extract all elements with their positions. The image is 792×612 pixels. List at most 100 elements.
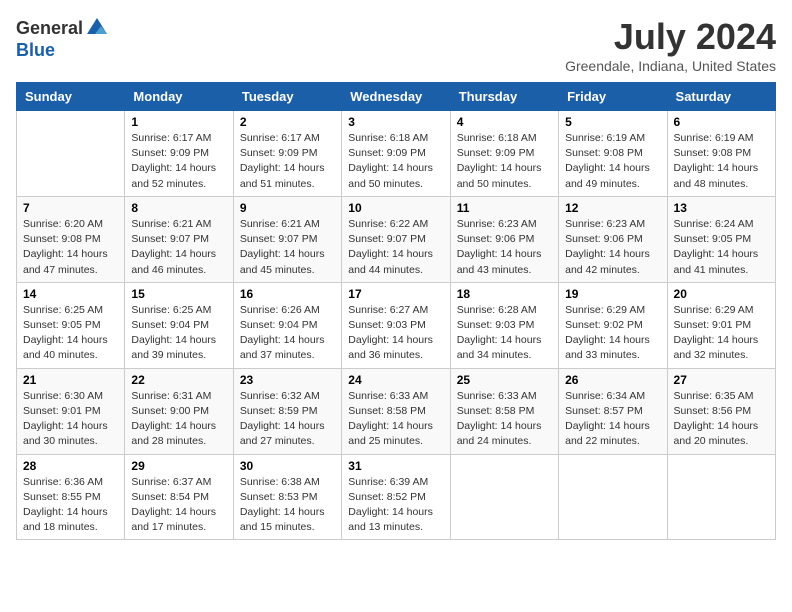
- day-detail: Sunrise: 6:35 AM Sunset: 8:56 PM Dayligh…: [674, 389, 769, 450]
- header-friday: Friday: [559, 83, 667, 111]
- day-cell: [559, 454, 667, 540]
- day-cell: 14 Sunrise: 6:25 AM Sunset: 9:05 PM Dayli…: [17, 282, 125, 368]
- day-cell: 13 Sunrise: 6:24 AM Sunset: 9:05 PM Dayli…: [667, 196, 775, 282]
- main-title: July 2024: [565, 16, 776, 58]
- day-number: 25: [457, 373, 552, 387]
- day-number: 7: [23, 201, 118, 215]
- day-detail: Sunrise: 6:19 AM Sunset: 9:08 PM Dayligh…: [565, 131, 660, 192]
- day-number: 17: [348, 287, 443, 301]
- day-cell: 5Sunrise: 6:19 AM Sunset: 9:08 PM Daylig…: [559, 111, 667, 197]
- day-cell: 12Sunrise: 6:23 AM Sunset: 9:06 PM Dayli…: [559, 196, 667, 282]
- day-number: 8: [131, 201, 226, 215]
- header-sunday: Sunday: [17, 83, 125, 111]
- day-detail: Sunrise: 6:37 AM Sunset: 8:54 PM Dayligh…: [131, 475, 226, 536]
- day-number: 23: [240, 373, 335, 387]
- day-cell: 25 Sunrise: 6:33 AM Sunset: 8:58 PM Dayli…: [450, 368, 558, 454]
- day-cell: 28Sunrise: 6:36 AM Sunset: 8:55 PM Dayli…: [17, 454, 125, 540]
- day-number: 15: [131, 287, 226, 301]
- day-detail: Sunrise: 6:25 AM Sunset: 9:04 PM Dayligh…: [131, 303, 226, 364]
- day-number: 21: [23, 373, 118, 387]
- day-cell: [450, 454, 558, 540]
- day-detail: Sunrise: 6:31 AM Sunset: 9:00 PM Dayligh…: [131, 389, 226, 450]
- day-detail: Sunrise: 6:21 AM Sunset: 9:07 PM Dayligh…: [131, 217, 226, 278]
- day-number: 3: [348, 115, 443, 129]
- day-detail: Sunrise: 6:18 AM Sunset: 9:09 PM Dayligh…: [457, 131, 552, 192]
- day-detail: Sunrise: 6:17 AM Sunset: 9:09 PM Dayligh…: [240, 131, 335, 192]
- day-detail: Sunrise: 6:34 AM Sunset: 8:57 PM Dayligh…: [565, 389, 660, 450]
- day-detail: Sunrise: 6:28 AM Sunset: 9:03 PM Dayligh…: [457, 303, 552, 364]
- day-detail: Sunrise: 6:20 AM Sunset: 9:08 PM Dayligh…: [23, 217, 118, 278]
- day-detail: Sunrise: 6:24 AM Sunset: 9:05 PM Dayligh…: [674, 217, 769, 278]
- day-cell: 31Sunrise: 6:39 AM Sunset: 8:52 PM Dayli…: [342, 454, 450, 540]
- logo-general: General: [16, 18, 83, 39]
- day-number: 29: [131, 459, 226, 473]
- day-cell: 4 Sunrise: 6:18 AM Sunset: 9:09 PM Daylig…: [450, 111, 558, 197]
- calendar-table: SundayMondayTuesdayWednesdayThursdayFrid…: [16, 82, 776, 540]
- day-number: 14: [23, 287, 118, 301]
- day-number: 20: [674, 287, 769, 301]
- day-detail: Sunrise: 6:39 AM Sunset: 8:52 PM Dayligh…: [348, 475, 443, 536]
- day-cell: 20 Sunrise: 6:29 AM Sunset: 9:01 PM Dayli…: [667, 282, 775, 368]
- week-row-2: 7 Sunrise: 6:20 AM Sunset: 9:08 PM Daylig…: [17, 196, 776, 282]
- day-cell: 17 Sunrise: 6:27 AM Sunset: 9:03 PM Dayli…: [342, 282, 450, 368]
- day-cell: 11Sunrise: 6:23 AM Sunset: 9:06 PM Dayli…: [450, 196, 558, 282]
- logo-icon: [85, 16, 109, 40]
- day-detail: Sunrise: 6:22 AM Sunset: 9:07 PM Dayligh…: [348, 217, 443, 278]
- day-cell: 16Sunrise: 6:26 AM Sunset: 9:04 PM Dayli…: [233, 282, 341, 368]
- day-number: 24: [348, 373, 443, 387]
- day-cell: 21 Sunrise: 6:30 AM Sunset: 9:01 PM Dayli…: [17, 368, 125, 454]
- day-number: 12: [565, 201, 660, 215]
- day-number: 16: [240, 287, 335, 301]
- day-number: 4: [457, 115, 552, 129]
- day-number: 27: [674, 373, 769, 387]
- week-row-3: 14 Sunrise: 6:25 AM Sunset: 9:05 PM Dayli…: [17, 282, 776, 368]
- week-row-1: 1 Sunrise: 6:17 AM Sunset: 9:09 PM Daylig…: [17, 111, 776, 197]
- header-saturday: Saturday: [667, 83, 775, 111]
- day-number: 22: [131, 373, 226, 387]
- day-detail: Sunrise: 6:23 AM Sunset: 9:06 PM Dayligh…: [457, 217, 552, 278]
- day-cell: 7 Sunrise: 6:20 AM Sunset: 9:08 PM Daylig…: [17, 196, 125, 282]
- day-detail: Sunrise: 6:25 AM Sunset: 9:05 PM Dayligh…: [23, 303, 118, 364]
- day-number: 1: [131, 115, 226, 129]
- logo-blue: Blue: [16, 40, 55, 61]
- day-cell: 2 Sunrise: 6:17 AM Sunset: 9:09 PM Daylig…: [233, 111, 341, 197]
- day-cell: 18 Sunrise: 6:28 AM Sunset: 9:03 PM Dayli…: [450, 282, 558, 368]
- day-cell: 29 Sunrise: 6:37 AM Sunset: 8:54 PM Dayli…: [125, 454, 233, 540]
- day-cell: 23Sunrise: 6:32 AM Sunset: 8:59 PM Dayli…: [233, 368, 341, 454]
- day-detail: Sunrise: 6:29 AM Sunset: 9:01 PM Dayligh…: [674, 303, 769, 364]
- header-wednesday: Wednesday: [342, 83, 450, 111]
- day-cell: 3 Sunrise: 6:18 AM Sunset: 9:09 PM Daylig…: [342, 111, 450, 197]
- day-number: 2: [240, 115, 335, 129]
- day-number: 18: [457, 287, 552, 301]
- day-cell: 6 Sunrise: 6:19 AM Sunset: 9:08 PM Daylig…: [667, 111, 775, 197]
- day-detail: Sunrise: 6:33 AM Sunset: 8:58 PM Dayligh…: [457, 389, 552, 450]
- day-detail: Sunrise: 6:30 AM Sunset: 9:01 PM Dayligh…: [23, 389, 118, 450]
- day-number: 10: [348, 201, 443, 215]
- day-detail: Sunrise: 6:19 AM Sunset: 9:08 PM Dayligh…: [674, 131, 769, 192]
- logo: General Blue: [16, 16, 109, 61]
- day-detail: Sunrise: 6:27 AM Sunset: 9:03 PM Dayligh…: [348, 303, 443, 364]
- header-tuesday: Tuesday: [233, 83, 341, 111]
- day-cell: 22 Sunrise: 6:31 AM Sunset: 9:00 PM Dayli…: [125, 368, 233, 454]
- header-monday: Monday: [125, 83, 233, 111]
- day-detail: Sunrise: 6:18 AM Sunset: 9:09 PM Dayligh…: [348, 131, 443, 192]
- day-number: 26: [565, 373, 660, 387]
- day-cell: 15 Sunrise: 6:25 AM Sunset: 9:04 PM Dayli…: [125, 282, 233, 368]
- day-cell: 1Sunrise: 6:17 AM Sunset: 9:09 PM Daylig…: [125, 111, 233, 197]
- day-detail: Sunrise: 6:33 AM Sunset: 8:58 PM Dayligh…: [348, 389, 443, 450]
- day-number: 9: [240, 201, 335, 215]
- day-number: 13: [674, 201, 769, 215]
- header-thursday: Thursday: [450, 83, 558, 111]
- day-cell: 8 Sunrise: 6:21 AM Sunset: 9:07 PM Daylig…: [125, 196, 233, 282]
- title-area: July 2024 Greendale, Indiana, United Sta…: [565, 16, 776, 74]
- day-detail: Sunrise: 6:38 AM Sunset: 8:53 PM Dayligh…: [240, 475, 335, 536]
- day-number: 6: [674, 115, 769, 129]
- header-row: SundayMondayTuesdayWednesdayThursdayFrid…: [17, 83, 776, 111]
- day-cell: 26 Sunrise: 6:34 AM Sunset: 8:57 PM Dayli…: [559, 368, 667, 454]
- day-cell: 10 Sunrise: 6:22 AM Sunset: 9:07 PM Dayli…: [342, 196, 450, 282]
- day-cell: 27 Sunrise: 6:35 AM Sunset: 8:56 PM Dayli…: [667, 368, 775, 454]
- day-cell: 24 Sunrise: 6:33 AM Sunset: 8:58 PM Dayli…: [342, 368, 450, 454]
- day-cell: 9Sunrise: 6:21 AM Sunset: 9:07 PM Daylig…: [233, 196, 341, 282]
- day-number: 19: [565, 287, 660, 301]
- page-header: General Blue July 2024 Greendale, Indian…: [16, 16, 776, 74]
